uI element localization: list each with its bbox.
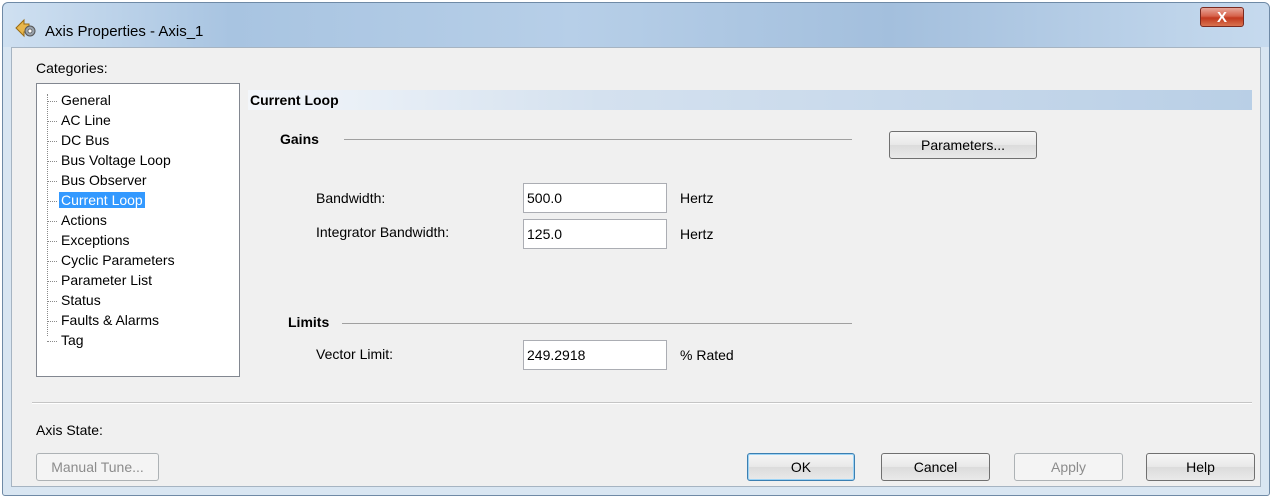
tree-item-tag[interactable]: Tag [47, 331, 86, 349]
parameters-button[interactable]: Parameters... [889, 131, 1037, 159]
tree-item-label: Exceptions [61, 232, 130, 248]
bandwidth-input[interactable] [523, 183, 667, 213]
axis-gear-icon [15, 18, 36, 38]
bandwidth-unit: Hertz [680, 190, 714, 206]
categories-label: Categories: [36, 60, 108, 76]
tree-item-parameter-list[interactable]: Parameter List [47, 271, 154, 289]
tree-item-label: AC Line [61, 112, 111, 128]
vector-limit-input[interactable] [523, 340, 667, 370]
tree-item-general[interactable]: General [47, 91, 113, 109]
manual-tune-button[interactable]: Manual Tune... [36, 453, 159, 481]
close-icon: X [1216, 9, 1227, 26]
vector-limit-label: Vector Limit: [316, 346, 394, 362]
help-button[interactable]: Help [1146, 453, 1255, 481]
tree-item-cyclic-parameters[interactable]: Cyclic Parameters [47, 251, 177, 269]
bandwidth-label: Bandwidth: [316, 190, 386, 206]
close-button[interactable]: X [1200, 7, 1244, 27]
tree-item-label: Faults & Alarms [61, 312, 160, 328]
categories-tree[interactable]: General AC Line DC Bus Bus Voltage Loop … [36, 83, 240, 377]
tree-item-exceptions[interactable]: Exceptions [47, 231, 131, 249]
tree-item-label: Status [61, 292, 101, 308]
title-bar[interactable]: Axis Properties - Axis_1 X [3, 3, 1269, 47]
tree-item-status[interactable]: Status [47, 291, 103, 309]
cancel-button[interactable]: Cancel [881, 453, 990, 481]
apply-button[interactable]: Apply [1014, 453, 1123, 481]
gains-group-divider [344, 139, 852, 140]
limits-group-divider [342, 323, 852, 324]
footer-separator [32, 402, 1252, 404]
tree-item-label: Tag [61, 332, 84, 348]
limits-group-title: Limits [288, 314, 330, 330]
tree-item-label: Current Loop [59, 192, 145, 208]
tree-item-ac-line[interactable]: AC Line [47, 111, 113, 129]
integrator-bandwidth-label: Integrator Bandwidth: [316, 224, 450, 240]
window-title: Axis Properties - Axis_1 [45, 23, 204, 40]
tree-item-label: Cyclic Parameters [61, 252, 175, 268]
tree-item-label: Bus Voltage Loop [61, 152, 171, 168]
tree-item-dc-bus[interactable]: DC Bus [47, 131, 111, 149]
integrator-bandwidth-unit: Hertz [680, 226, 714, 242]
tree-item-label: Actions [61, 212, 107, 228]
tree-item-bus-observer[interactable]: Bus Observer [47, 171, 149, 189]
gains-group-title: Gains [280, 131, 319, 147]
axis-state-label: Axis State: [36, 422, 103, 438]
tree-item-label: Bus Observer [61, 172, 147, 188]
axis-properties-window: Axis Properties - Axis_1 X Categories: G… [2, 2, 1270, 496]
vector-limit-unit: % Rated [680, 347, 734, 363]
section-title: Current Loop [248, 90, 1252, 110]
tree-item-faults-alarms[interactable]: Faults & Alarms [47, 311, 161, 329]
dialog-client-area: Categories: General AC Line DC Bus Bus V… [11, 47, 1261, 487]
tree-item-actions[interactable]: Actions [47, 211, 109, 229]
ok-button[interactable]: OK [747, 453, 855, 481]
tree-item-label: General [61, 92, 111, 108]
tree-item-bus-voltage-loop[interactable]: Bus Voltage Loop [47, 151, 173, 169]
integrator-bandwidth-input[interactable] [523, 219, 667, 249]
tree-item-label: DC Bus [61, 132, 110, 148]
tree-item-current-loop[interactable]: Current Loop [47, 191, 145, 209]
tree-item-label: Parameter List [61, 272, 153, 288]
